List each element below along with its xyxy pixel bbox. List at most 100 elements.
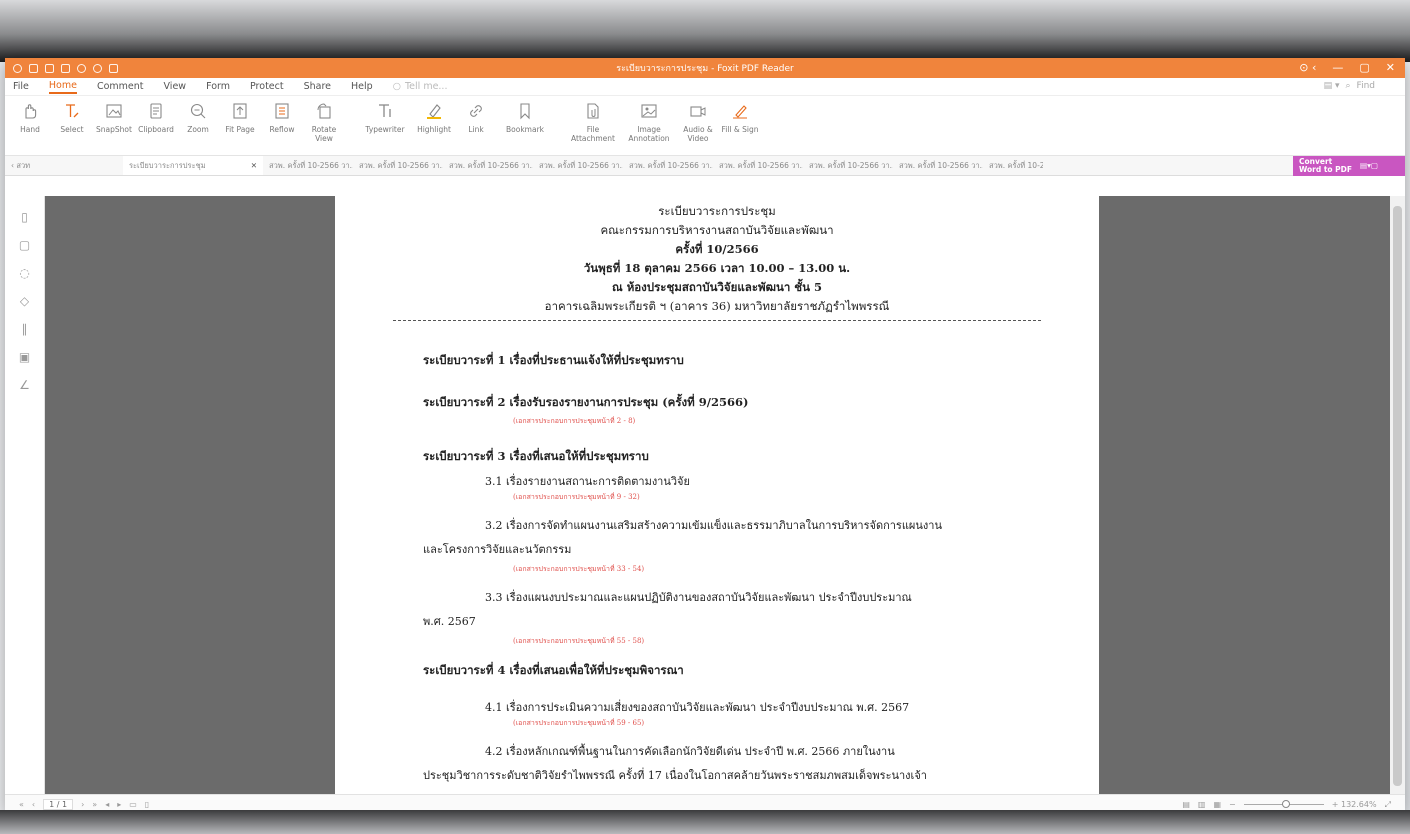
select-tool-button[interactable]: Select — [53, 100, 91, 134]
scrollbar-thumb[interactable] — [1393, 206, 1402, 786]
highlight-label: Highlight — [417, 125, 451, 134]
audio-video-button[interactable]: Audio & Video — [679, 100, 717, 143]
previous-page-icon[interactable]: ‹ — [32, 800, 35, 809]
backdrop-top-shadow — [0, 0, 1410, 62]
highlight-icon — [423, 100, 445, 122]
clipboard-button[interactable]: Clipboard — [137, 100, 175, 134]
tab-first[interactable]: ‹ สวท — [5, 160, 123, 172]
tell-me-box[interactable]: ○ Tell me... — [393, 81, 448, 92]
tab-document[interactable]: สวพ. ครั้งที่ 10-2566 วา... — [713, 160, 803, 172]
print-icon[interactable] — [61, 63, 70, 73]
pdf-page[interactable]: ระเบียบวาระการประชุม คณะกรรมการบริหารงาน… — [335, 196, 1099, 794]
fit-width-icon[interactable]: ▭ — [129, 800, 137, 809]
reading-mode-icon[interactable]: ▯ — [145, 800, 149, 809]
layout-icon[interactable]: ▤ ▾ — [1324, 81, 1340, 91]
convert-word-to-pdf-button[interactable]: Convert Word to PDF ▤▾▢ — [1293, 156, 1405, 176]
next-page-icon[interactable]: › — [81, 800, 84, 809]
zoom-slider-knob[interactable] — [1281, 800, 1290, 808]
bookmark-button[interactable]: Bookmark — [499, 100, 551, 134]
fill-sign-button[interactable]: Fill & Sign — [721, 100, 759, 134]
tab-document[interactable]: สวพ. ครั้งที่ 10-2566 วา... — [893, 160, 983, 172]
agenda-item-4: ระเบียบวาระที่ 4 เรื่องที่เสนอเพื่อให้ที… — [423, 663, 684, 677]
find-box[interactable]: ▤ ▾ ⌕ Find — [1324, 81, 1375, 91]
menu-help[interactable]: Help — [351, 81, 373, 92]
menu-view[interactable]: View — [164, 81, 187, 92]
redo-icon[interactable] — [93, 63, 102, 73]
zoom-out-icon[interactable]: − — [1229, 800, 1236, 809]
tab-document[interactable]: สวพ. ครั้งที่ 10-2566 วา... — [803, 160, 893, 172]
tab-document[interactable]: สวพ. ครั้งที่ 10-2566 วา... — [983, 160, 1043, 172]
save-icon[interactable] — [45, 63, 54, 73]
bookmark-panel-icon[interactable]: ▯ — [18, 210, 32, 224]
comment-panel-icon[interactable]: ◌ — [18, 266, 32, 280]
hand-icon — [19, 100, 41, 122]
foxit-pdf-reader-window: ระเบียบวาระการประชุม - Foxit PDF Reader … — [5, 58, 1405, 814]
attachments-panel-icon[interactable]: ∥ — [18, 322, 32, 336]
zoom-button[interactable]: Zoom — [179, 100, 217, 134]
image-annotation-button[interactable]: Image Annotation — [623, 100, 675, 143]
tab-close-icon[interactable]: ✕ — [251, 161, 257, 170]
zoom-value[interactable]: + 132.64% — [1332, 800, 1377, 809]
tab-document[interactable]: สวพ. ครั้งที่ 10-2566 วา... — [623, 160, 713, 172]
header-date-time: วันพุธที่ 18 ตุลาคม 2566 เวลา 10.00 – 13… — [583, 261, 851, 275]
menu-form[interactable]: Form — [206, 81, 230, 92]
menu-home[interactable]: Home — [48, 80, 77, 94]
menu-file[interactable]: File — [13, 81, 29, 92]
minimize-button[interactable]: — — [1332, 61, 1343, 74]
highlight-button[interactable]: Highlight — [415, 100, 453, 134]
form-panel-icon[interactable]: ▣ — [18, 350, 32, 364]
account-control[interactable]: ⊙ ‹ — [1299, 61, 1316, 74]
agenda-4-1-note: (เอกสารประกอบการประชุมหน้าที่ 59 - 65) — [513, 719, 645, 727]
zoom-slider[interactable] — [1243, 800, 1324, 808]
facing-page-icon[interactable]: ▦ — [1213, 800, 1221, 809]
menu-protect[interactable]: Protect — [250, 81, 284, 92]
continuous-page-icon[interactable]: ▥ — [1198, 800, 1206, 809]
tab-document[interactable]: สวพ. ครั้งที่ 10-2566 วา... — [443, 160, 533, 172]
agenda-3-2-note: (เอกสารประกอบการประชุมหน้าที่ 33 - 54) — [513, 565, 645, 573]
document-area[interactable]: ระเบียบวาระการประชุม คณะกรรมการบริหารงาน… — [45, 196, 1390, 794]
fullscreen-icon[interactable]: ⤢ — [1385, 800, 1391, 810]
link-button[interactable]: Link — [457, 100, 495, 134]
snapshot-label: SnapShot — [96, 125, 132, 134]
agenda-3-3-note: (เอกสารประกอบการประชุมหน้าที่ 55 - 58) — [513, 637, 645, 645]
hand-tool-quick-icon[interactable] — [109, 63, 118, 73]
file-attachment-button[interactable]: File Attachment — [567, 100, 619, 143]
rotate-view-button[interactable]: Rotate View — [305, 100, 343, 143]
agenda-4-2-line2: ประชุมวิชาการระดับชาติวิจัยรำไพพรรณี ครั… — [423, 769, 927, 782]
reflow-button[interactable]: Reflow — [263, 100, 301, 134]
menu-bar: File Home Comment View Form Protect Shar… — [5, 78, 1405, 96]
last-page-icon[interactable]: » — [92, 800, 97, 809]
tab-document[interactable]: สวพ. ครั้งที่ 10-2566 วา... — [353, 160, 443, 172]
vertical-scrollbar[interactable] — [1390, 196, 1405, 794]
navigation-panel: ▯ ▢ ◌ ◇ ∥ ▣ ∠ — [5, 196, 45, 794]
undo-icon[interactable] — [77, 63, 86, 73]
snapshot-button[interactable]: SnapShot — [95, 100, 133, 134]
agenda-item-3: ระเบียบวาระที่ 3 เรื่องที่เสนอให้ที่ประช… — [423, 449, 649, 463]
fit-page-button[interactable]: Fit Page — [221, 100, 259, 134]
header-meeting-number: ครั้งที่ 10/2566 — [675, 242, 759, 256]
hand-tool-button[interactable]: Hand — [11, 100, 49, 134]
single-page-icon[interactable]: ▤ — [1182, 800, 1190, 809]
page-thumbnail-icon[interactable]: ▢ — [18, 238, 32, 252]
open-file-icon[interactable] — [29, 63, 38, 73]
search-icon: ⌕ — [1345, 81, 1351, 91]
first-page-icon[interactable]: « — [19, 800, 24, 809]
typewriter-button[interactable]: Typewriter — [359, 100, 411, 134]
tab-active-document[interactable]: ระเบียบวาระการประชุม ✕ — [123, 156, 263, 175]
previous-view-icon[interactable]: ◂ — [105, 800, 109, 809]
tab-document[interactable]: สวพ. ครั้งที่ 10-2566 วา... — [263, 160, 353, 172]
maximize-button[interactable]: ▢ — [1359, 61, 1369, 74]
next-view-icon[interactable]: ▸ — [117, 800, 121, 809]
page-number-field[interactable]: 1 / 1 — [43, 799, 74, 810]
signature-panel-icon[interactable]: ∠ — [18, 378, 32, 392]
select-text-icon — [61, 100, 83, 122]
close-button[interactable]: ✕ — [1386, 61, 1395, 74]
menu-share[interactable]: Share — [304, 81, 331, 92]
header-building: อาคารเฉลิมพระเกียรติ ฯ (อาคาร 36) มหาวิท… — [544, 299, 890, 313]
tab-document[interactable]: สวพ. ครั้งที่ 10-2566 วา... — [533, 160, 623, 172]
rotate-view-label: Rotate View — [311, 125, 337, 143]
audio-video-icon — [687, 100, 709, 122]
menu-comment[interactable]: Comment — [97, 81, 144, 92]
agenda-3-1-note: (เอกสารประกอบการประชุมหน้าที่ 9 - 32) — [513, 493, 640, 501]
layers-panel-icon[interactable]: ◇ — [18, 294, 32, 308]
